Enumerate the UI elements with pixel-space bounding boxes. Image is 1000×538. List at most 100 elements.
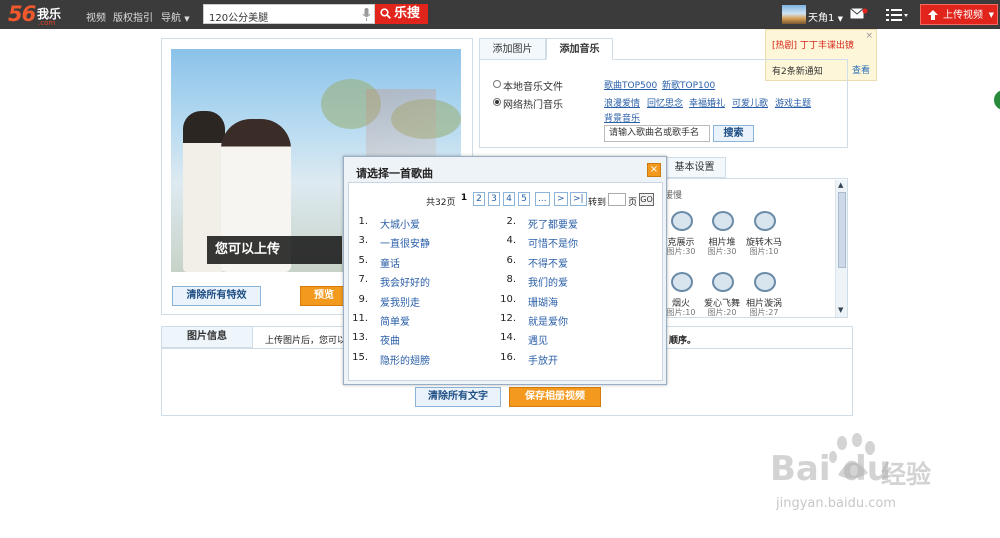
photo-caption: 您可以上传	[207, 236, 342, 264]
chevron-down-icon: ▼	[184, 15, 190, 23]
scroll-up-icon[interactable]: ▲	[838, 181, 843, 189]
effect-count: 图片:30	[707, 247, 737, 256]
close-icon[interactable]: ×	[647, 163, 661, 177]
song-link[interactable]: 爱我别走	[380, 294, 420, 309]
link-top500[interactable]: 歌曲TOP500	[604, 78, 657, 91]
song-number: 5.	[358, 254, 368, 266]
page-link[interactable]: 3	[488, 192, 500, 206]
go-button[interactable]: GO	[639, 193, 654, 206]
username: 天角1	[808, 13, 835, 24]
search-button[interactable]: 乐搜	[375, 4, 428, 24]
tab-add-music[interactable]: 添加音乐	[546, 38, 613, 60]
clear-effects-button[interactable]: 清除所有特效	[172, 286, 261, 306]
song-link[interactable]: 大城小爱	[380, 216, 420, 231]
nav-navigation[interactable]: 导航 ▼	[161, 9, 190, 24]
page-last[interactable]: >|	[570, 192, 587, 206]
song-link[interactable]: 我会好好的	[380, 274, 430, 289]
tab-photo-info[interactable]: 图片信息	[161, 326, 253, 348]
radio-online-music[interactable]	[493, 98, 501, 106]
menu-icon[interactable]	[886, 9, 908, 21]
effects-scrollbar[interactable]: ▲ ▼	[835, 180, 847, 317]
effect-count: 图片:10	[749, 247, 779, 256]
preview-button[interactable]: 预览	[300, 286, 348, 306]
song-number: 4.	[506, 235, 516, 247]
effect-item[interactable]: 旋转木马 图片:10	[744, 211, 784, 257]
clear-text-button[interactable]: 清除所有文字	[415, 387, 501, 407]
close-icon[interactable]: ×	[865, 31, 873, 41]
nav-copyright[interactable]: 版权指引	[113, 9, 153, 24]
upload-video-button[interactable]: 上传视频 ▼	[920, 4, 998, 25]
song-number: 12.	[500, 313, 516, 324]
link-memory[interactable]: 回忆思念	[647, 96, 683, 109]
link-new100[interactable]: 新歌TOP100	[662, 78, 715, 91]
song-search-button[interactable]: 搜索	[713, 125, 754, 142]
watermark-text: Bai du	[770, 449, 891, 489]
page-next[interactable]: >	[554, 192, 568, 206]
song-link[interactable]: 一直很安静	[380, 235, 430, 250]
effect-item[interactable]: 相片堆 图片:30	[702, 211, 742, 257]
song-link[interactable]: 不得不爱	[528, 255, 568, 270]
radio-local-music[interactable]	[493, 80, 501, 88]
search-button-label: 乐搜	[394, 6, 421, 21]
page-ellipsis[interactable]: ...	[535, 192, 550, 206]
effect-item[interactable]: 爱心飞舞 图片:20	[702, 272, 742, 318]
link-kids[interactable]: 可爱儿歌	[732, 96, 768, 109]
username-menu[interactable]: 天角1 ▼	[808, 9, 843, 24]
song-link[interactable]: 可惜不是你	[528, 235, 578, 250]
side-float-button[interactable]	[994, 90, 1000, 110]
link-game[interactable]: 游戏主题	[775, 96, 811, 109]
search-input[interactable]: 120公分美腿	[203, 4, 375, 24]
page-link[interactable]: 4	[503, 192, 515, 206]
song-link[interactable]: 夜曲	[380, 332, 400, 347]
link-wedding[interactable]: 幸福婚礼	[689, 96, 725, 109]
effect-icon	[712, 211, 734, 231]
radio-online-label: 网络热门音乐	[503, 100, 563, 111]
song-link[interactable]: 简单爱	[380, 313, 410, 328]
song-link[interactable]: 隐形的翅膀	[380, 352, 430, 367]
effect-item[interactable]: 相片漩涡 图片:27	[744, 272, 784, 318]
song-link[interactable]: 珊瑚海	[528, 294, 558, 309]
avatar[interactable]	[782, 5, 806, 24]
goto-page-input[interactable]	[608, 193, 626, 206]
effect-item[interactable]: 烟火 图片:10	[661, 272, 701, 318]
site-logo[interactable]: 56 我乐 .com	[8, 2, 70, 27]
nav-video[interactable]: 视频	[86, 9, 106, 24]
tab-add-photos[interactable]: 添加图片	[479, 38, 546, 60]
scrollbar-thumb[interactable]	[838, 192, 846, 268]
effect-icon	[754, 211, 776, 231]
song-number: 3.	[358, 235, 368, 247]
notice-view-link[interactable]: 查看	[852, 63, 870, 76]
link-romance[interactable]: 浪漫爱情	[604, 96, 640, 109]
link-bgm[interactable]: 背景音乐	[604, 111, 640, 124]
page-link[interactable]: 2	[473, 192, 485, 206]
effect-item[interactable]: 克展示 图片:30	[661, 211, 701, 257]
song-number: 13.	[352, 332, 368, 344]
dialog-title: 请选择一首歌曲	[356, 167, 433, 180]
song-link[interactable]: 我们的爱	[528, 274, 568, 289]
song-link[interactable]: 死了都要爱	[528, 216, 578, 231]
song-link[interactable]: 童话	[380, 255, 400, 270]
chevron-down-icon[interactable]: ▼	[989, 5, 994, 26]
save-video-button[interactable]: 保存相册视频	[509, 387, 601, 407]
upload-video-label: 上传视频	[943, 10, 983, 21]
page-link[interactable]: 5	[518, 192, 530, 206]
page-unit-label: 页	[628, 198, 638, 208]
song-number: 10.	[500, 293, 516, 305]
tab-basic-settings[interactable]: 基本设置	[663, 157, 726, 178]
song-number: 16.	[500, 351, 516, 363]
microphone-icon[interactable]	[362, 8, 371, 21]
chevron-down-icon: ▼	[837, 15, 843, 23]
scroll-down-icon[interactable]: ▼	[838, 306, 843, 314]
song-number: 7.	[358, 274, 368, 286]
song-number: 1.	[358, 216, 368, 227]
song-number: 6.	[506, 254, 516, 266]
song-number: 9.	[358, 293, 368, 305]
info-instructions: 上传图片后，您可以	[265, 336, 347, 346]
goto-label: 转到	[588, 198, 607, 208]
song-search-input[interactable]: 请输入歌曲名或歌手名	[604, 125, 710, 142]
song-link[interactable]: 手放开	[528, 352, 558, 367]
song-number: 11.	[352, 313, 368, 324]
song-link[interactable]: 就是爱你	[528, 313, 568, 328]
mail-icon[interactable]	[850, 8, 868, 21]
song-link[interactable]: 遇见	[528, 332, 548, 347]
